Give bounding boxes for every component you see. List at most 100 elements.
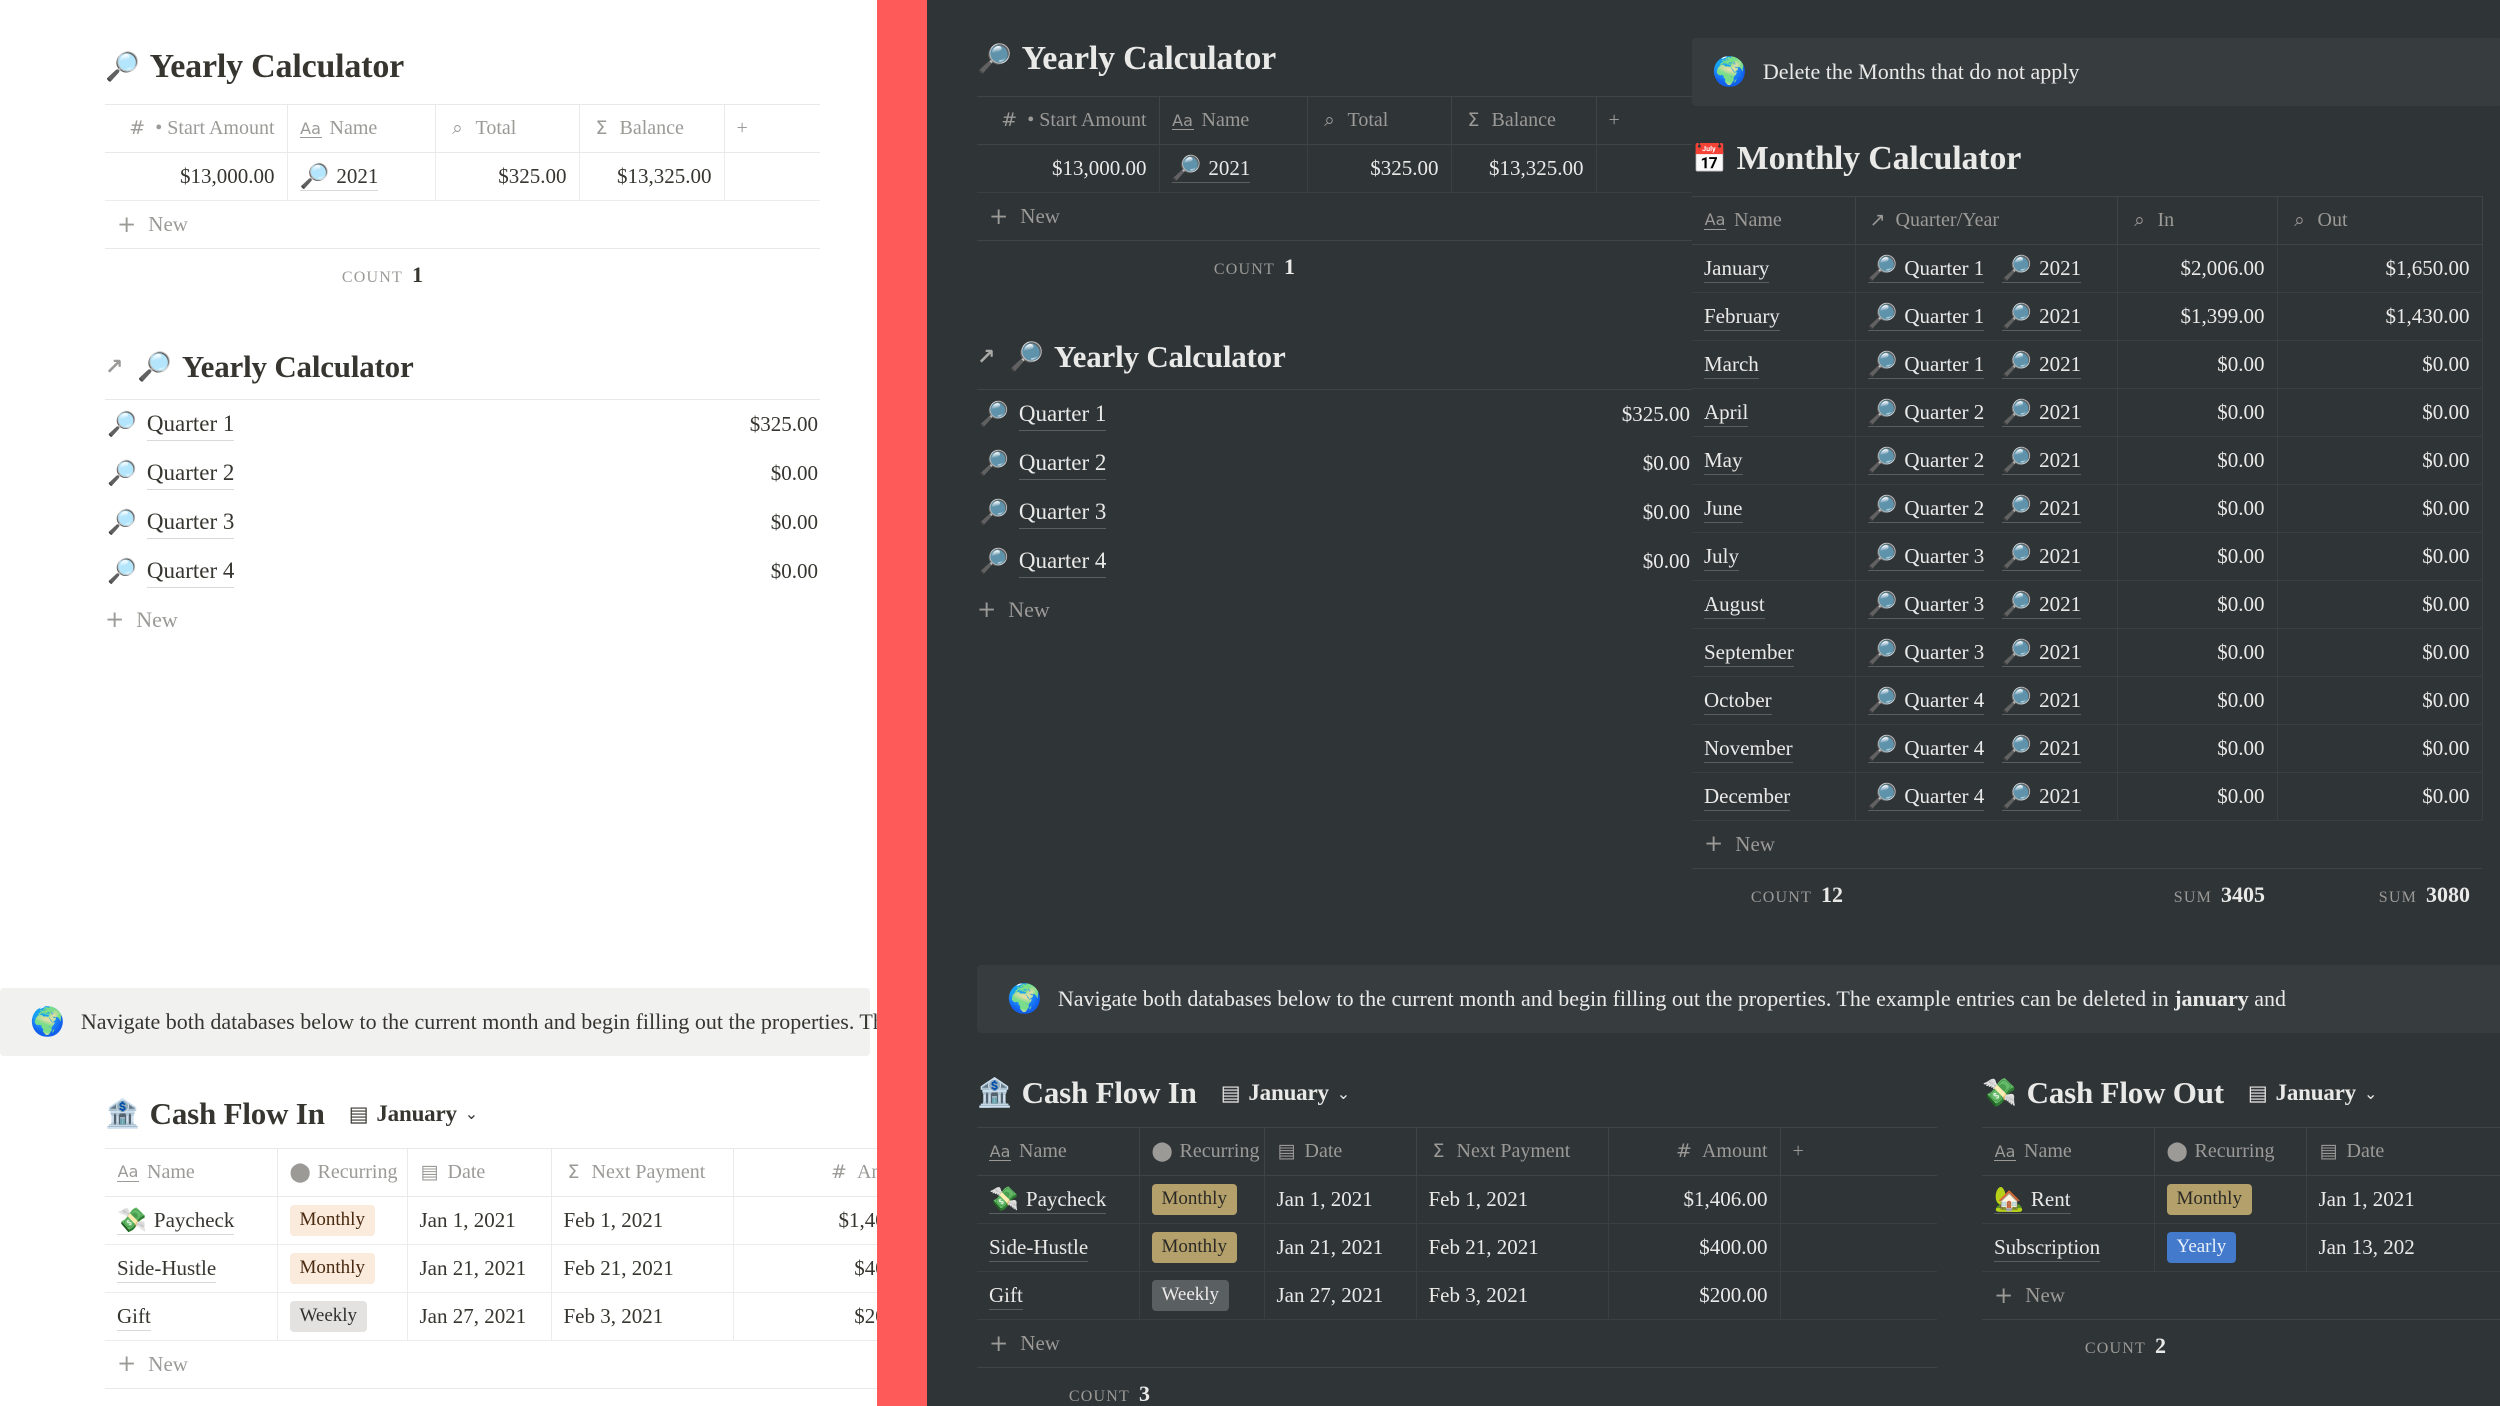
cell-out[interactable]: $1,650.00 — [2277, 244, 2483, 293]
cell-in[interactable]: $1,399.00 — [2117, 292, 2278, 341]
list-item[interactable]: 🔎 Quarter 4 $0.00 — [105, 547, 820, 596]
table-row[interactable]: January 🔎 Quarter 1 🔎 2021 $2,006.00 $1,650.00 — [1692, 244, 2483, 293]
column-header-name[interactable]: Aa Name — [105, 1147, 278, 1197]
cell-balance[interactable]: $13,325.00 — [1451, 144, 1597, 193]
table-row[interactable]: February 🔎 Quarter 1 🔎 2021 $1,399.00 $1,430.0… — [1692, 292, 2483, 341]
monthly-calculator-title[interactable]: 📅 Monthly Calculator — [1692, 140, 2500, 178]
cell-name[interactable]: July — [1692, 532, 1856, 581]
cell-quarter-year[interactable]: 🔎 Quarter 4 🔎 2021 — [1855, 724, 2118, 773]
yearly-linked-view-title[interactable]: ↗ 🔎 Yearly Calculator — [105, 349, 877, 385]
column-header-quarter-year[interactable]: ↗ Quarter/Year — [1855, 195, 2118, 245]
table-row[interactable]: $13,000.00 🔎 2021 $325.00 $13,325.00 — [105, 152, 820, 201]
cell-amount[interactable]: $1,406.00 — [733, 1196, 877, 1245]
cell-recurring[interactable]: Monthly — [277, 1196, 408, 1245]
column-header-name[interactable]: Aa Name — [1692, 195, 1856, 245]
cell-in[interactable]: $0.00 — [2117, 484, 2278, 533]
column-header-amount[interactable]: # Amount — [733, 1147, 877, 1197]
cell-out[interactable]: $0.00 — [2277, 340, 2483, 389]
cash-flow-out-title[interactable]: 💸 Cash Flow Out ▤ January ⌄ — [1982, 1075, 2500, 1111]
column-header-name[interactable]: Aa Name — [1982, 1127, 2155, 1176]
list-item[interactable]: 🔎 Quarter 2 $0.00 — [105, 449, 820, 498]
count-aggregate[interactable]: COUNT 3 — [105, 1402, 300, 1406]
cell-next-payment[interactable]: Feb 21, 2021 — [1416, 1223, 1609, 1272]
cell-recurring[interactable]: Yearly — [2154, 1223, 2307, 1272]
column-header-start-amount[interactable]: # • Start Amount — [977, 96, 1160, 145]
cell-date[interactable]: Jan 13, 202 — [2306, 1223, 2500, 1272]
count-aggregate[interactable]: COUNT 2 — [1982, 1333, 2178, 1359]
cell-quarter-year[interactable]: 🔎 Quarter 1 🔎 2021 — [1855, 340, 2118, 389]
column-header-next-payment[interactable]: Σ Next Payment — [1416, 1127, 1609, 1176]
cell-out[interactable]: $0.00 — [2277, 628, 2483, 677]
count-aggregate[interactable]: COUNT 1 — [105, 262, 435, 288]
cell-in[interactable]: $0.00 — [2117, 724, 2278, 773]
table-row[interactable]: Gift Weekly Jan 27, 2021 Feb 3, 2021 $20… — [105, 1292, 877, 1341]
column-header-recurring[interactable]: ⬤ Recurring — [2154, 1127, 2307, 1176]
column-header-balance[interactable]: Σ Balance — [1451, 96, 1597, 145]
count-aggregate[interactable]: COUNT 12 — [1692, 882, 1855, 908]
table-row[interactable]: 🏡 Rent Monthly Jan 1, 2021 — [1982, 1175, 2500, 1224]
cell-in[interactable]: $0.00 — [2117, 628, 2278, 677]
view-selector-cash-flow-out[interactable]: ▤ January ⌄ — [2248, 1080, 2377, 1106]
table-row[interactable]: December 🔎 Quarter 4 🔎 2021 $0.00 $0.00 — [1692, 772, 2483, 821]
cell-amount[interactable]: $400.00 — [1608, 1223, 1781, 1272]
add-new-row-button[interactable]: + New — [105, 201, 820, 249]
column-header-balance[interactable]: Σ Balance — [579, 104, 725, 153]
cell-quarter-year[interactable]: 🔎 Quarter 4 🔎 2021 — [1855, 676, 2118, 725]
cell-name[interactable]: November — [1692, 724, 1856, 773]
cell-quarter-year[interactable]: 🔎 Quarter 3 🔎 2021 — [1855, 628, 2118, 677]
cell-in[interactable]: $0.00 — [2117, 436, 2278, 485]
cell-recurring[interactable]: Monthly — [1139, 1175, 1265, 1224]
add-new-list-item-button[interactable]: + New — [105, 596, 820, 644]
column-header-date[interactable]: ▤ Date — [407, 1147, 552, 1197]
list-item[interactable]: 🔎 Quarter 3 $0.00 — [105, 498, 820, 547]
table-row[interactable]: March 🔎 Quarter 1 🔎 2021 $0.00 $0.00 — [1692, 340, 2483, 389]
list-item[interactable]: 🔎 Quarter 4 $0.00 — [977, 537, 1692, 586]
cell-out[interactable]: $0.00 — [2277, 484, 2483, 533]
cell-recurring[interactable]: Monthly — [277, 1244, 408, 1293]
cell-name[interactable]: October — [1692, 676, 1856, 725]
table-row[interactable]: May 🔎 Quarter 2 🔎 2021 $0.00 $0.00 — [1692, 436, 2483, 485]
cell-start-amount[interactable]: $13,000.00 — [977, 144, 1160, 193]
add-column-button[interactable]: + — [1596, 96, 1692, 145]
count-aggregate[interactable]: COUNT 3 — [977, 1381, 1162, 1406]
yearly-calculator-title[interactable]: 🔎 Yearly Calculator — [105, 48, 877, 86]
column-header-name[interactable]: Aa Name — [1159, 96, 1308, 145]
cash-flow-in-title[interactable]: 🏦 Cash Flow In ▤ January ⌄ — [977, 1075, 1677, 1111]
cell-name[interactable]: April — [1692, 388, 1856, 437]
cell-total[interactable]: $325.00 — [435, 152, 580, 201]
list-item[interactable]: 🔎 Quarter 1 $325.00 — [977, 390, 1692, 439]
cell-out[interactable]: $0.00 — [2277, 676, 2483, 725]
add-new-row-button[interactable]: + New — [977, 193, 1692, 241]
cell-in[interactable]: $2,006.00 — [2117, 244, 2278, 293]
cell-quarter-year[interactable]: 🔎 Quarter 2 🔎 2021 — [1855, 388, 2118, 437]
view-selector-cash-flow-in[interactable]: ▤ January ⌄ — [349, 1101, 478, 1127]
cell-date[interactable]: Jan 1, 2021 — [1264, 1175, 1417, 1224]
cell-in[interactable]: $0.00 — [2117, 580, 2278, 629]
sum-in-aggregate[interactable]: SUM 3405 — [2117, 882, 2277, 908]
add-new-row-button[interactable]: + New — [1692, 821, 2482, 869]
add-new-row-button[interactable]: + New — [977, 1320, 1937, 1368]
list-item[interactable]: 🔎 Quarter 2 $0.00 — [977, 439, 1692, 488]
column-header-total[interactable]: ⌕ Total — [435, 104, 580, 153]
cell-name[interactable]: September — [1692, 628, 1856, 677]
cell-quarter-year[interactable]: 🔎 Quarter 1 🔎 2021 — [1855, 292, 2118, 341]
cell-name[interactable]: Side-Hustle — [105, 1244, 278, 1293]
table-row[interactable]: 💸 Paycheck Monthly Jan 1, 2021 Feb 1, 202… — [977, 1175, 1937, 1224]
cell-name[interactable]: Gift — [977, 1271, 1140, 1320]
cell-name[interactable]: December — [1692, 772, 1856, 821]
table-row[interactable]: Side-Hustle Monthly Jan 21, 2021 Feb 21,… — [105, 1244, 877, 1293]
cell-next-payment[interactable]: Feb 1, 2021 — [551, 1196, 734, 1245]
cell-name[interactable]: August — [1692, 580, 1856, 629]
add-new-list-item-button[interactable]: + New — [977, 586, 1692, 634]
cell-recurring[interactable]: Weekly — [1139, 1271, 1265, 1320]
table-row[interactable]: June 🔎 Quarter 2 🔎 2021 $0.00 $0.00 — [1692, 484, 2483, 533]
cell-date[interactable]: Jan 1, 2021 — [2306, 1175, 2500, 1224]
cell-name[interactable]: 🔎 2021 — [287, 152, 436, 201]
cell-next-payment[interactable]: Feb 1, 2021 — [1416, 1175, 1609, 1224]
cell-next-payment[interactable]: Feb 3, 2021 — [1416, 1271, 1609, 1320]
cell-name[interactable]: 🏡 Rent — [1982, 1175, 2155, 1224]
table-row[interactable]: August 🔎 Quarter 3 🔎 2021 $0.00 $0.00 — [1692, 580, 2483, 629]
column-header-amount[interactable]: # Amount — [1608, 1127, 1781, 1176]
cell-amount[interactable]: $1,406.00 — [1608, 1175, 1781, 1224]
table-row[interactable]: September 🔎 Quarter 3 🔎 2021 $0.00 $0.00 — [1692, 628, 2483, 677]
